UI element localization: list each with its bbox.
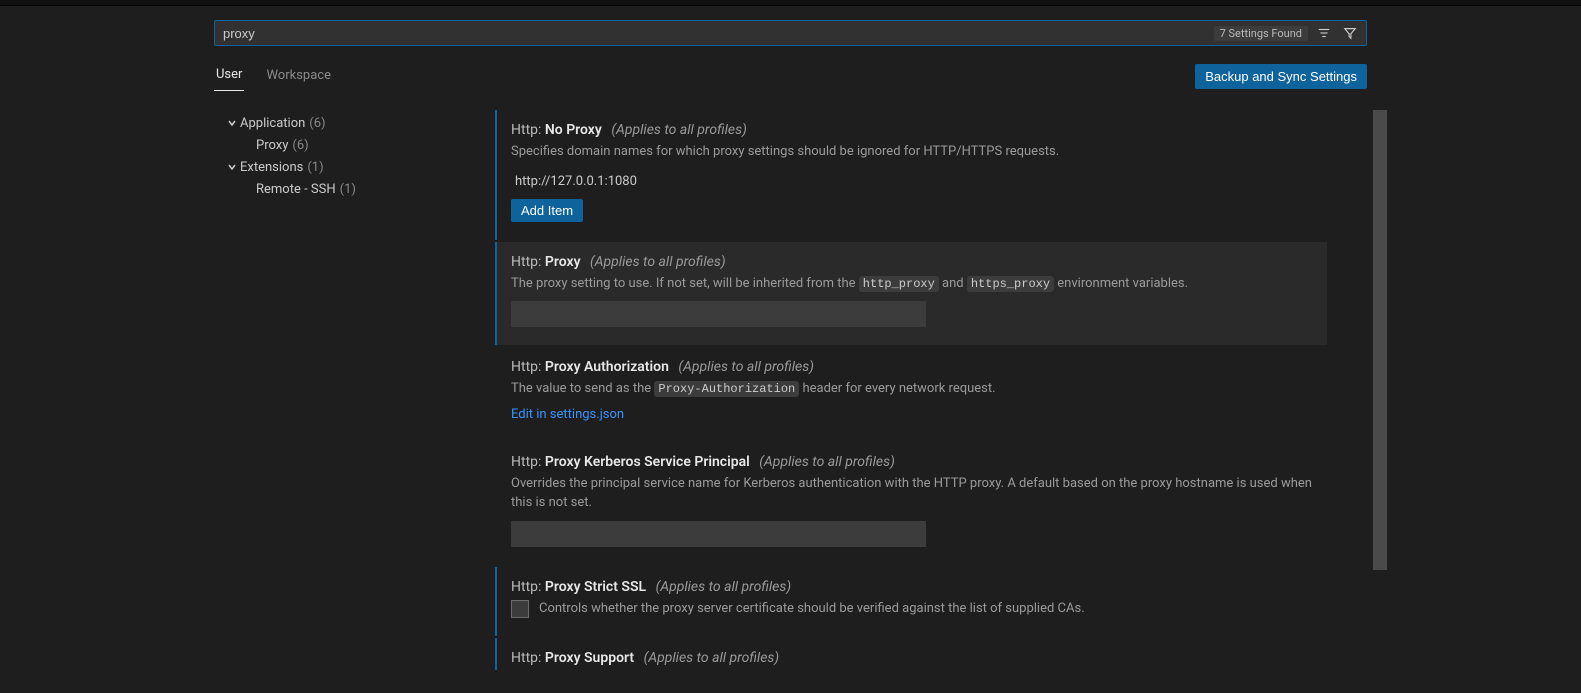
add-item-button[interactable]: Add Item [511, 199, 583, 222]
toc-count: (1) [340, 182, 356, 197]
toc-label: Extensions [240, 160, 303, 175]
toc-count: (1) [307, 160, 323, 175]
strict-ssl-checkbox[interactable] [511, 600, 529, 618]
toc-count: (6) [309, 116, 325, 131]
setting-category: Http: [511, 254, 541, 270]
setting-category: Http: [511, 579, 541, 595]
setting-category: Http: [511, 650, 541, 666]
toc-label: Remote - SSH [256, 182, 336, 197]
setting-http-proxy-support: Http: Proxy Support (Applies to all prof… [495, 638, 1327, 670]
settings-search-input[interactable] [215, 21, 1208, 45]
scrollbar[interactable] [1373, 110, 1387, 590]
list-item[interactable]: http://127.0.0.1:1080 [511, 170, 1313, 193]
setting-http-proxy-kerberos: Http: Proxy Kerberos Service Principal (… [495, 442, 1327, 565]
setting-scope: (Applies to all profiles) [590, 254, 726, 270]
setting-category: Http: [511, 359, 541, 375]
desc-text: header for every network request. [799, 381, 995, 396]
desc-text: environment variables. [1054, 276, 1188, 291]
tab-user[interactable]: User [214, 61, 244, 91]
setting-category: Http: [511, 454, 541, 470]
scrollbar-thumb[interactable] [1373, 110, 1387, 570]
chevron-down-icon [224, 162, 240, 172]
toc-item-application[interactable]: Application (6) [224, 112, 474, 134]
proxy-input[interactable] [511, 301, 926, 327]
backup-sync-button[interactable]: Backup and Sync Settings [1195, 64, 1367, 89]
tab-workspace[interactable]: Workspace [264, 62, 333, 91]
setting-title: Http: Proxy Authorization (Applies to al… [511, 359, 1313, 375]
edit-in-settings-json-link[interactable]: Edit in settings.json [511, 407, 624, 422]
toc-label: Proxy [256, 138, 288, 153]
settings-tabs: User Workspace Backup and Sync Settings [214, 61, 1367, 92]
setting-category: Http: [511, 122, 541, 138]
setting-name: Proxy [545, 254, 581, 270]
toc-label: Application [240, 116, 305, 131]
code-text: https_proxy [967, 276, 1054, 292]
toc-item-proxy[interactable]: Proxy (6) [224, 134, 474, 156]
setting-name: Proxy Strict SSL [545, 579, 646, 595]
setting-http-no-proxy: Http: No Proxy (Applies to all profiles)… [495, 110, 1327, 240]
settings-toc: Application (6) Proxy (6) Extensions (1)… [214, 110, 474, 670]
setting-description: Specifies domain names for which proxy s… [511, 142, 1313, 162]
setting-http-proxy-strict-ssl: Http: Proxy Strict SSL (Applies to all p… [495, 567, 1327, 637]
setting-title: Http: Proxy Support (Applies to all prof… [511, 650, 1313, 666]
setting-title: Http: Proxy Strict SSL (Applies to all p… [511, 579, 1313, 595]
clear-search-icon[interactable] [1314, 23, 1334, 43]
setting-scope: (Applies to all profiles) [656, 579, 792, 595]
setting-name: Proxy Authorization [545, 359, 669, 375]
setting-name: Proxy Support [545, 650, 634, 666]
setting-http-proxy-authorization: Http: Proxy Authorization (Applies to al… [495, 347, 1327, 440]
search-container: 7 Settings Found [214, 20, 1367, 46]
setting-name: No Proxy [545, 122, 602, 138]
setting-scope: (Applies to all profiles) [611, 122, 747, 138]
setting-http-proxy: Http: Proxy (Applies to all profiles) Th… [495, 242, 1327, 346]
code-text: http_proxy [859, 276, 939, 292]
setting-title: Http: Proxy Kerberos Service Principal (… [511, 454, 1313, 470]
settings-found-count: 7 Settings Found [1214, 26, 1308, 41]
setting-title: Http: No Proxy (Applies to all profiles) [511, 122, 1313, 138]
setting-description: Controls whether the proxy server certif… [539, 599, 1085, 619]
toc-count: (6) [292, 138, 308, 153]
setting-description: The value to send as the Proxy-Authoriza… [511, 379, 1313, 399]
setting-title: Http: Proxy (Applies to all profiles) [511, 254, 1313, 270]
settings-list: Http: No Proxy (Applies to all profiles)… [475, 110, 1367, 670]
filter-icon[interactable] [1340, 23, 1360, 43]
setting-description: Overrides the principal service name for… [511, 474, 1313, 513]
desc-text: The value to send as the [511, 381, 654, 396]
setting-description: The proxy setting to use. If not set, wi… [511, 274, 1313, 294]
setting-name: Proxy Kerberos Service Principal [545, 454, 750, 470]
desc-text: and [939, 276, 967, 291]
desc-text: The proxy setting to use. If not set, wi… [511, 276, 859, 291]
toc-item-remote-ssh[interactable]: Remote - SSH (1) [224, 178, 474, 200]
code-text: Proxy-Authorization [654, 381, 799, 397]
kerberos-input[interactable] [511, 521, 926, 547]
chevron-down-icon [224, 118, 240, 128]
setting-scope: (Applies to all profiles) [644, 650, 780, 666]
setting-scope: (Applies to all profiles) [759, 454, 895, 470]
toc-item-extensions[interactable]: Extensions (1) [224, 156, 474, 178]
setting-scope: (Applies to all profiles) [678, 359, 814, 375]
